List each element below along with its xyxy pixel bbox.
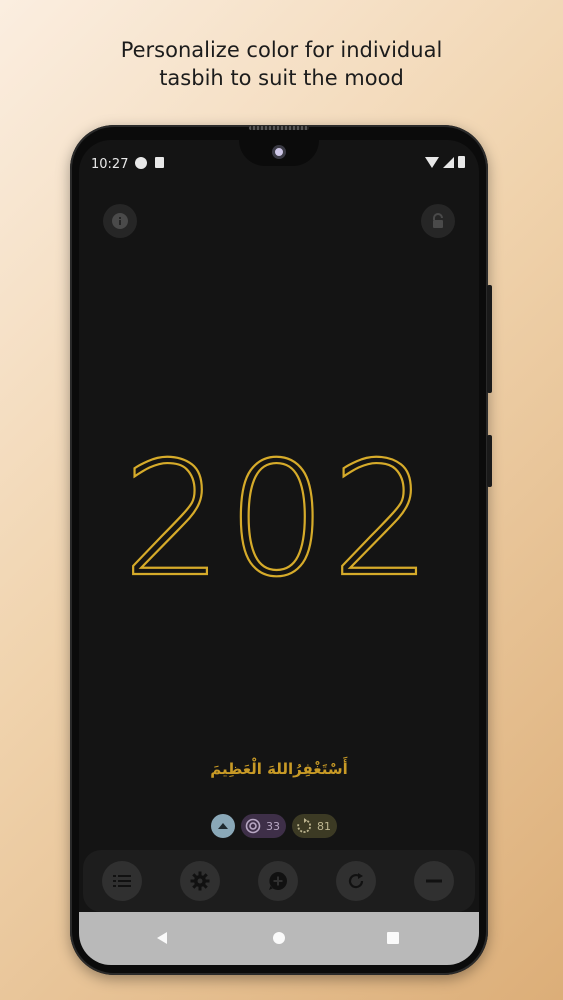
lock-icon: [433, 213, 443, 228]
battery-icon: [458, 156, 465, 168]
back-icon[interactable]: [157, 932, 167, 944]
earpiece-speaker: [249, 126, 309, 130]
status-bar: 10:27: [79, 140, 479, 184]
target-icon: [244, 817, 262, 835]
rounds-count: 81: [317, 819, 331, 833]
dhikr-text: أَسْتَغْفِرُاللهَ الْعَظِيمَ: [210, 760, 348, 778]
signal-icon: [443, 156, 454, 168]
refresh-icon: [348, 873, 364, 889]
tasbih-counter[interactable]: 202: [79, 420, 479, 620]
app-notification-icon: [135, 157, 147, 169]
counter-chips: 33 81: [211, 814, 337, 838]
info-icon: [112, 213, 128, 229]
list-icon: [113, 875, 131, 887]
chevron-up-icon: [218, 823, 228, 829]
caption-line-1: Personalize color for individual: [120, 38, 443, 62]
target-count: 33: [266, 819, 280, 833]
caption-line-2: tasbih to suit the mood: [159, 66, 404, 90]
decrement-button[interactable]: [414, 861, 454, 901]
app-screen: 10:27 202 أَسْتَغْفِرُاللهَ الْعَظِيمَ 3…: [79, 140, 479, 965]
settings-button[interactable]: [180, 861, 220, 901]
status-indicators: [425, 156, 465, 168]
target-chip[interactable]: 33: [241, 814, 286, 838]
lock-button[interactable]: [421, 204, 455, 238]
rounds-icon: [295, 817, 313, 835]
status-time: 10:27: [91, 157, 129, 172]
info-button[interactable]: [103, 204, 137, 238]
collapse-button[interactable]: [211, 814, 235, 838]
rounds-chip[interactable]: 81: [292, 814, 337, 838]
home-icon[interactable]: [273, 932, 285, 944]
promo-caption: Personalize color for individual tasbih …: [0, 36, 563, 92]
add-comment-icon: [269, 872, 287, 890]
recents-icon[interactable]: [387, 932, 399, 944]
volume-button: [487, 285, 492, 393]
gear-icon: [190, 871, 210, 891]
wifi-icon: [425, 156, 439, 168]
phone-frame: 10:27 202 أَسْتَغْفِرُاللهَ الْعَظِيمَ 3…: [70, 125, 492, 975]
minus-icon: [426, 879, 442, 883]
reset-button[interactable]: [336, 861, 376, 901]
add-dhikr-button[interactable]: [258, 861, 298, 901]
bottom-action-bar: [83, 850, 475, 912]
power-button: [487, 435, 492, 487]
system-nav-bar: [79, 912, 479, 965]
sd-card-icon: [155, 157, 164, 168]
list-button[interactable]: [102, 861, 142, 901]
